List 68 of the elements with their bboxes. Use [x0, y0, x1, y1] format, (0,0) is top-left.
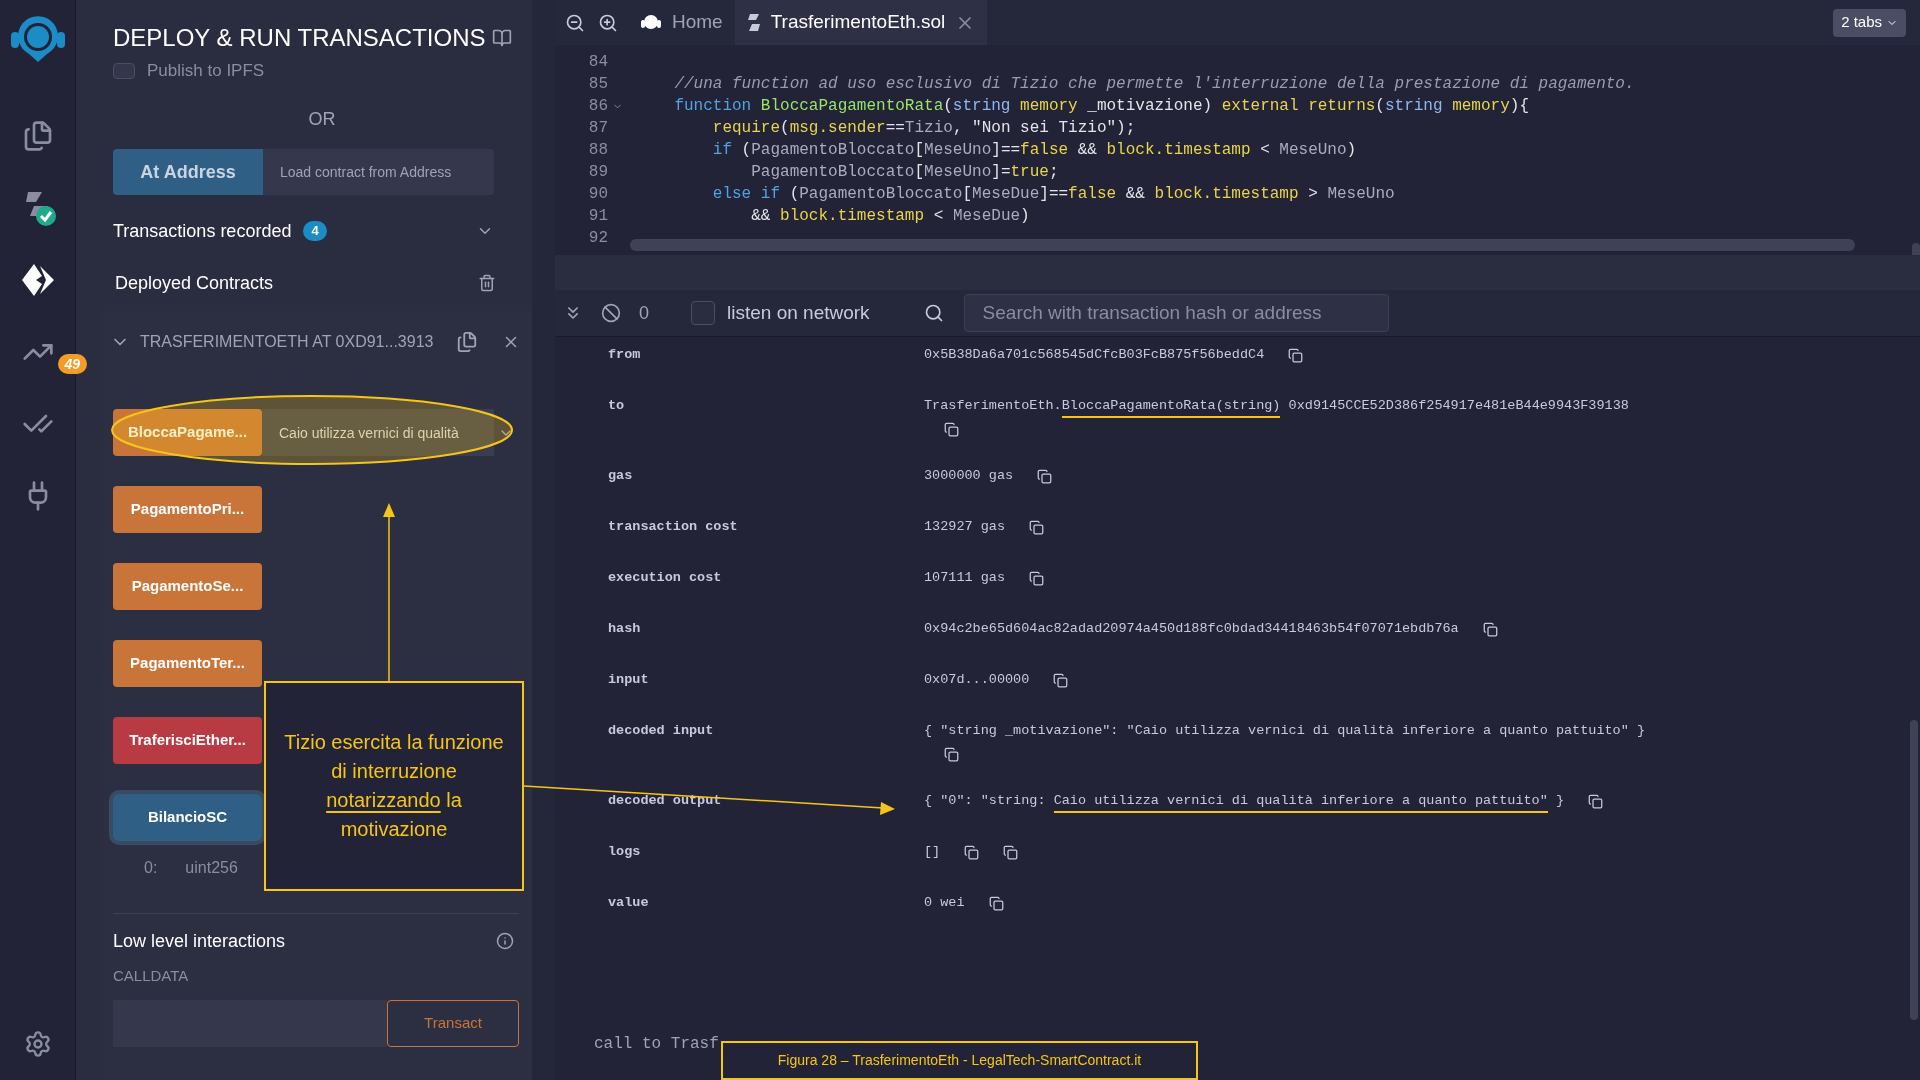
- function-button[interactable]: BloccaPagame...: [113, 409, 262, 456]
- field-value: []: [924, 843, 941, 861]
- section-title: Transactions recorded: [113, 219, 292, 243]
- field-value: 3000000 gas: [924, 467, 1014, 485]
- field-value: { "string _motivazione": "Caio utilizza vernici di qualità inferiore a quanto pattuito" }: [924, 722, 1646, 740]
- field-value: { "0": "string: Caio utilizza vernici di qualità inferiore a quanto pattuito" }: [924, 791, 1564, 811]
- transact-button[interactable]: Transact: [387, 1000, 519, 1047]
- function-button[interactable]: TraferisciEther...: [113, 717, 262, 764]
- line-number: 84: [587, 52, 608, 73]
- code-line: //una function ad uso esclusivo di Tizio che permette l'interruzione della prestazione di pagamento.: [673, 74, 1635, 95]
- field-label: to: [608, 397, 625, 415]
- callout-text: Tizio esercita la funzione di interruzione notarizzando la motivazione: [283, 730, 505, 842]
- output-index: 0:: [144, 858, 158, 878]
- code-line: require(msg.sender==Tizio, "Non sei Tizio");: [711, 118, 1136, 139]
- argument-field[interactable]: Caio utilizza vernici di qualità: [262, 409, 494, 456]
- line-number: 92: [587, 228, 608, 249]
- address-field[interactable]: Load contract from Address: [263, 149, 494, 195]
- field-label: value: [608, 894, 649, 912]
- checkbox-label: Publish to IPFS: [147, 64, 265, 78]
- search-field[interactable]: Search with transaction hash or address: [963, 294, 1389, 332]
- field-label: gas: [608, 467, 633, 485]
- terminal-log: call to Trasf: [594, 1035, 719, 1053]
- field-value: 107111 gas: [924, 569, 1005, 587]
- editor-tab[interactable]: TrasferimentoEth.sol: [734, 0, 988, 45]
- count-badge: 49: [57, 354, 88, 374]
- field-label: input: [608, 671, 649, 689]
- field-value: 0x94c2be65d604ac82adad20974a450d188fc0bdad34418463b54f07071ebdb76a: [924, 620, 1459, 638]
- line-number: 89: [587, 162, 608, 183]
- tabs-dropdown[interactable]: 2 tabs: [1833, 8, 1906, 37]
- field-value: 132927 gas: [924, 518, 1005, 536]
- field-value: TrasferimentoEth.BloccaPagamentoRata(string) 0xd9145CCE52D386f254917e481eB44e9943F39138: [924, 396, 1629, 416]
- field-label: from: [608, 346, 641, 364]
- field-label: decoded output: [608, 792, 722, 810]
- output-type: uint256: [185, 858, 238, 878]
- figure-caption: Figura 28 – TrasferimentoEth - LegalTech-SmartContract.it: [721, 1041, 1198, 1080]
- field-label: CALLDATA: [113, 967, 189, 984]
- checkbox-label: listen on network: [727, 300, 870, 325]
- field-label: execution cost: [608, 569, 722, 587]
- line-number: 85: [587, 74, 608, 95]
- pending-count: 0: [639, 301, 649, 325]
- field-value: 0x5B38Da6a701c568545dCfcB03FcB875f56beddC4: [924, 346, 1265, 364]
- section-title: Deployed Contracts: [115, 271, 274, 295]
- section-title: Low level interactions: [113, 929, 286, 953]
- line-number: 87: [587, 118, 608, 139]
- count-badge: 4: [303, 221, 327, 241]
- code-line: function BloccaPagamentoRata(string memory _motivazione) external returns(string memory){: [673, 96, 1529, 117]
- function-button[interactable]: PagamentoSe...: [113, 563, 262, 610]
- line-number: 91: [587, 206, 608, 227]
- field-value: 0 wei: [924, 894, 965, 912]
- function-button[interactable]: PagamentoTer...: [113, 640, 262, 687]
- field-label: decoded input: [608, 722, 714, 740]
- field-value: 0x07d...00000: [924, 671, 1030, 689]
- code-line: if (PagamentoBloccato[MeseUno]==false && block.timestamp < MeseUno): [711, 140, 1357, 161]
- field-label: transaction cost: [608, 518, 738, 536]
- panel-title: DEPLOY & RUN TRANSACTIONS: [113, 23, 486, 53]
- function-button[interactable]: PagamentoPri...: [113, 486, 262, 533]
- code-line: PagamentoBloccato[MeseUno]=true;: [750, 162, 1059, 183]
- code-line: && block.timestamp < MeseDue): [750, 206, 1030, 227]
- field-label: logs: [608, 843, 641, 861]
- or-label: OR: [308, 109, 336, 129]
- field-label: hash: [608, 620, 641, 638]
- code-line: else if (PagamentoBloccato[MeseDue]==false && block.timestamp > MeseUno: [711, 184, 1395, 205]
- line-number: 88: [587, 140, 608, 161]
- at-address-button[interactable]: At Address: [113, 149, 263, 195]
- line-number: 86: [587, 96, 608, 117]
- editor-tab[interactable]: Home: [628, 0, 735, 45]
- line-number: 90: [587, 184, 608, 205]
- contract-title: TRASFERIMENTOETH AT 0XD91...3913: [140, 332, 434, 352]
